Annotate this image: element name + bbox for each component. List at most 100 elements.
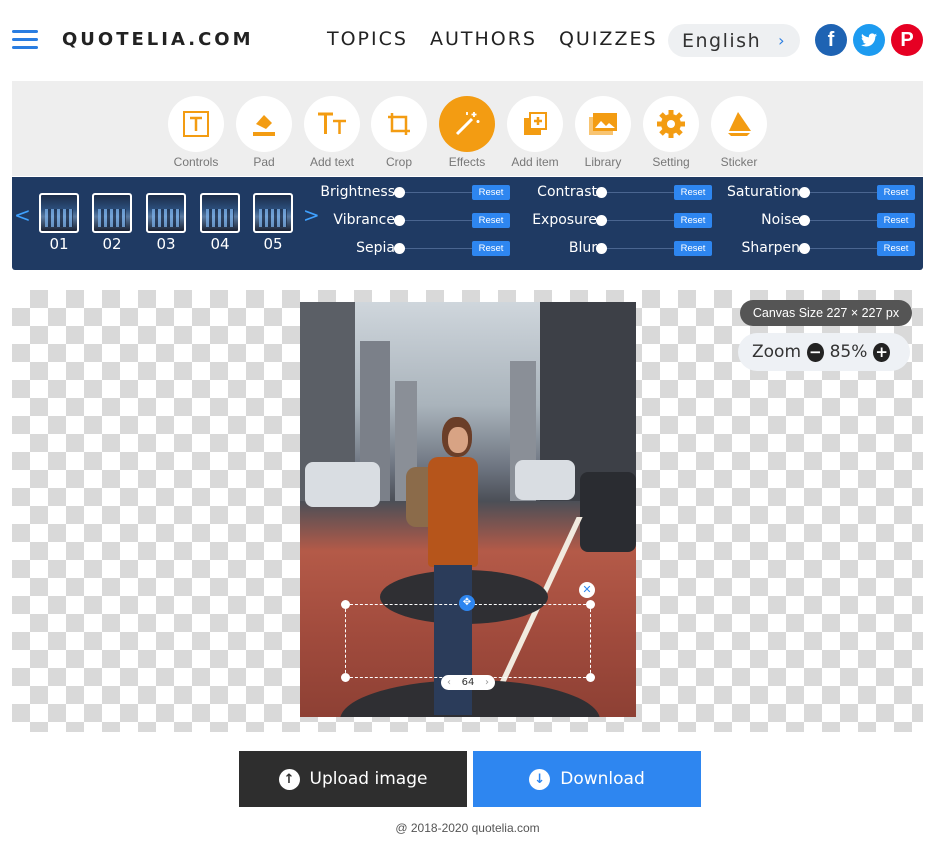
pinterest-icon[interactable]: P	[891, 24, 923, 56]
slider-sharpen[interactable]: Sharpen Reset	[725, 239, 918, 259]
preset-number: 02	[102, 235, 122, 253]
chevron-right-icon[interactable]: >	[303, 203, 320, 227]
sailboat-sticker-icon	[711, 96, 767, 152]
tool-label: Crop	[385, 155, 412, 169]
hamburger-menu-icon[interactable]	[12, 30, 38, 50]
tool-setting[interactable]: Setting	[636, 96, 706, 169]
reset-button[interactable]: Reset	[674, 213, 712, 228]
slider-knob[interactable]	[799, 243, 810, 254]
tool-label: Effects	[448, 155, 486, 169]
site-header: QUOTELIA.COM TOPICS AUTHORS QUIZZES Engl…	[0, 0, 935, 80]
preset-number: 04	[210, 235, 230, 253]
canvas-size-badge: Canvas Size 227 × 227 px	[740, 300, 912, 326]
tool-controls[interactable]: Controls	[161, 96, 231, 169]
resize-handle[interactable]	[586, 673, 595, 682]
upload-label: Upload image	[309, 769, 428, 789]
size-stepper[interactable]: ‹ 64 ›	[441, 675, 495, 690]
tool-label: Controls	[173, 155, 219, 169]
slider-knob[interactable]	[394, 187, 405, 198]
download-button[interactable]: ↓ Download	[473, 751, 701, 807]
text-selection-box[interactable]	[345, 604, 591, 678]
zoom-label: Zoom	[752, 342, 802, 362]
tool-label: Add item	[511, 155, 559, 169]
chevron-right-icon: ›	[778, 31, 786, 50]
nav-authors[interactable]: AUTHORS	[430, 28, 537, 50]
tool-label: Pad	[253, 155, 275, 169]
chevron-right-icon[interactable]: ›	[485, 677, 489, 688]
slider-knob[interactable]	[799, 187, 810, 198]
preset-thumbnail[interactable]: 01	[39, 193, 79, 253]
preset-thumbnail[interactable]: 03	[146, 193, 186, 253]
tool-add-text[interactable]: Add text	[297, 96, 367, 169]
site-logo[interactable]: QUOTELIA.COM	[62, 29, 254, 50]
footer-copyright: @ 2018-2020 quotelia.com	[395, 821, 540, 835]
download-label: Download	[560, 769, 645, 789]
slider-label: Contrast	[537, 184, 597, 200]
slider-noise[interactable]: Noise Reset	[725, 211, 918, 231]
zoom-control: Zoom − 85% +	[738, 333, 910, 371]
reset-button[interactable]: Reset	[472, 185, 510, 200]
twitter-icon[interactable]	[853, 24, 885, 56]
slider-contrast[interactable]: Contrast Reset	[522, 183, 715, 203]
nav-topics[interactable]: TOPICS	[327, 28, 408, 50]
reset-button[interactable]: Reset	[877, 185, 915, 200]
effects-panel: < 01 02 03 04 05 > Brightness Reset Cont…	[12, 177, 923, 270]
preset-thumbnail[interactable]: 05	[253, 193, 293, 253]
close-icon[interactable]: ✕	[579, 582, 595, 598]
gear-icon	[643, 96, 699, 152]
slider-label: Brightness	[320, 184, 395, 200]
preset-number: 05	[263, 235, 283, 253]
slider-label: Sepia	[356, 240, 395, 256]
slider-label: Vibrance	[333, 212, 395, 228]
zoom-out-icon[interactable]: −	[807, 342, 824, 362]
tool-pad[interactable]: Pad	[229, 96, 299, 169]
slider-knob[interactable]	[596, 215, 607, 226]
slider-knob[interactable]	[596, 187, 607, 198]
slider-label: Sharpen	[741, 240, 800, 256]
slider-knob[interactable]	[596, 243, 607, 254]
language-selector[interactable]: English ›	[668, 24, 800, 57]
slider-brightness[interactable]: Brightness Reset	[320, 183, 513, 203]
tool-label: Setting	[652, 155, 690, 169]
preset-thumbnail[interactable]: 04	[200, 193, 240, 253]
image-library-icon	[575, 96, 631, 152]
resize-handle[interactable]	[341, 600, 350, 609]
editor-toolbar: Controls Pad Add text Crop Effects Add i…	[12, 81, 923, 176]
reset-button[interactable]: Reset	[472, 213, 510, 228]
chevron-left-icon[interactable]: ‹	[447, 677, 451, 688]
tool-library[interactable]: Library	[568, 96, 638, 169]
chevron-left-icon[interactable]: <	[14, 203, 31, 227]
slider-knob[interactable]	[799, 215, 810, 226]
slider-label: Blur	[568, 240, 597, 256]
upload-image-button[interactable]: ↑ Upload image	[239, 751, 467, 807]
size-value: 64	[461, 677, 475, 688]
slider-knob[interactable]	[394, 243, 405, 254]
resize-handle[interactable]	[341, 673, 350, 682]
download-arrow-icon: ↓	[529, 768, 551, 790]
slider-saturation[interactable]: Saturation Reset	[725, 183, 918, 203]
zoom-in-icon[interactable]: +	[873, 342, 890, 362]
reset-button[interactable]: Reset	[877, 241, 915, 256]
main-nav: TOPICS AUTHORS QUIZZES	[327, 28, 680, 50]
facebook-icon[interactable]: f	[815, 24, 847, 56]
tool-add-item[interactable]: Add item	[500, 96, 570, 169]
reset-button[interactable]: Reset	[674, 241, 712, 256]
reset-button[interactable]: Reset	[472, 241, 510, 256]
tool-sticker[interactable]: Sticker	[704, 96, 774, 169]
language-label: English	[682, 29, 762, 52]
slider-vibrance[interactable]: Vibrance Reset	[320, 211, 513, 231]
resize-handle[interactable]	[586, 600, 595, 609]
slider-exposure[interactable]: Exposure Reset	[522, 211, 715, 231]
preset-number: 01	[49, 235, 69, 253]
nav-quizzes[interactable]: QUIZZES	[559, 28, 658, 50]
slider-knob[interactable]	[394, 215, 405, 226]
slider-sepia[interactable]: Sepia Reset	[320, 239, 513, 259]
preset-number: 03	[156, 235, 176, 253]
move-icon[interactable]: ✥	[459, 595, 475, 611]
preset-thumbnail[interactable]: 02	[92, 193, 132, 253]
slider-blur[interactable]: Blur Reset	[522, 239, 715, 259]
tool-effects[interactable]: Effects	[432, 96, 502, 169]
reset-button[interactable]: Reset	[674, 185, 712, 200]
tool-crop[interactable]: Crop	[364, 96, 434, 169]
reset-button[interactable]: Reset	[877, 213, 915, 228]
